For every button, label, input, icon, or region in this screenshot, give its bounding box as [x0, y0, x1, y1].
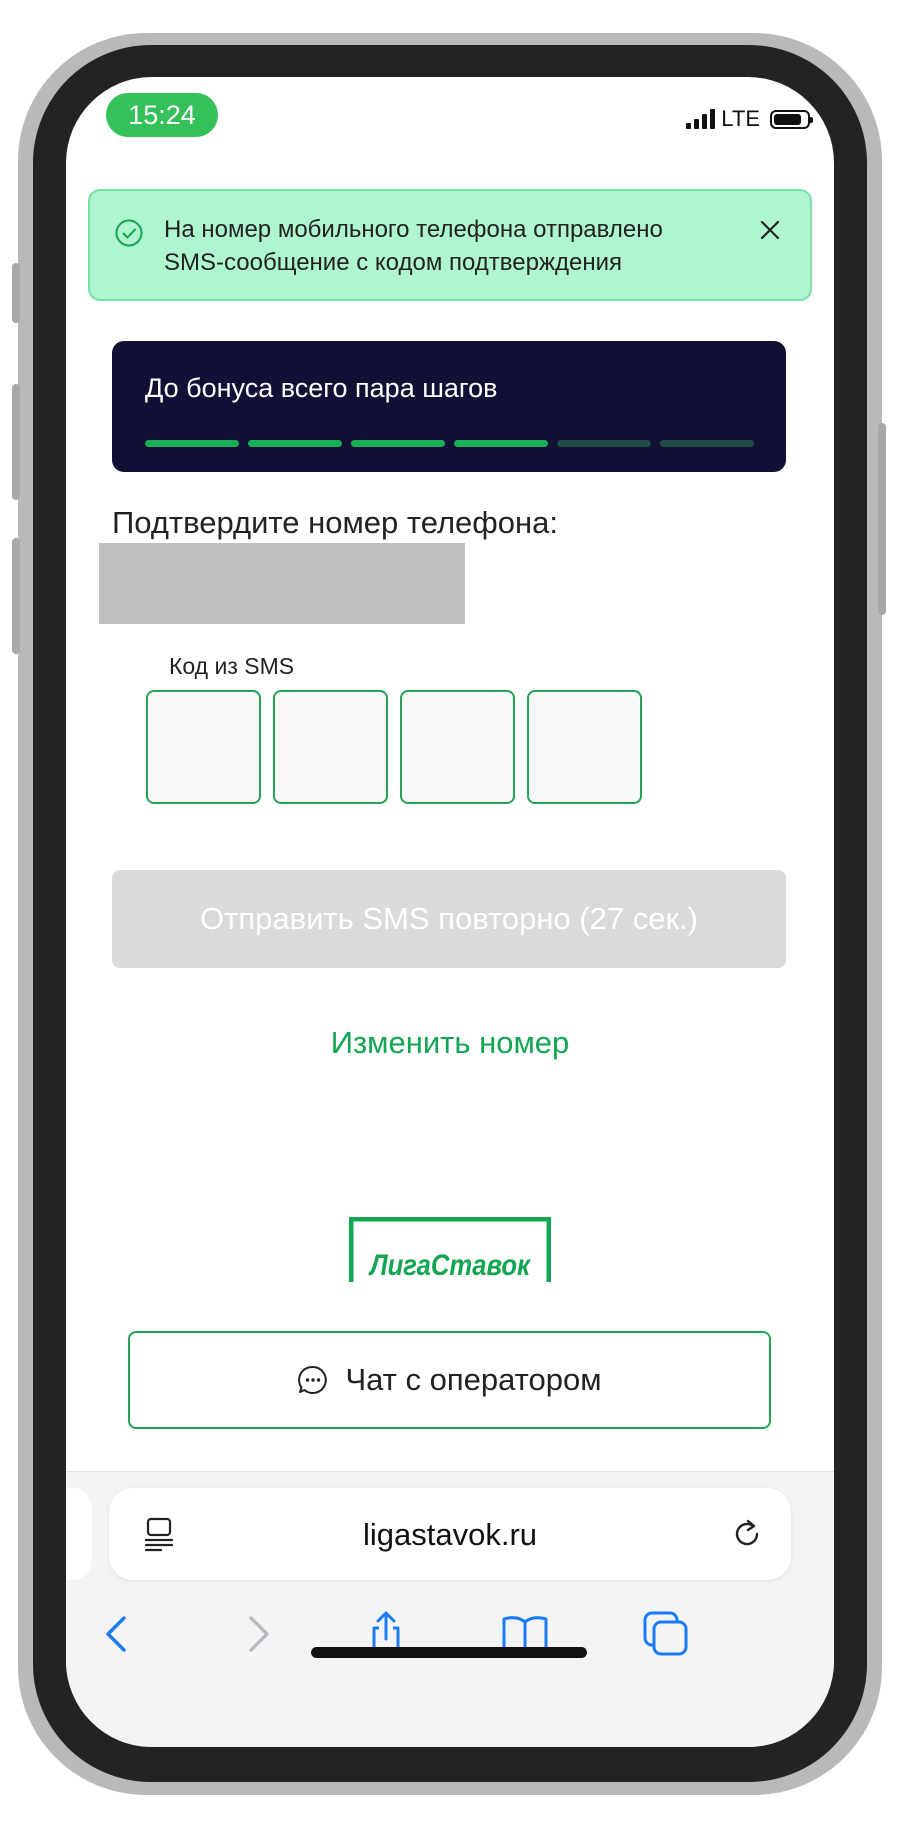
bonus-progress-banner: До бонуса всего пара шагов [112, 341, 786, 472]
back-icon[interactable] [93, 1610, 141, 1658]
battery-icon [770, 109, 813, 129]
logo-text: ЛигаСтавок [368, 1249, 531, 1282]
code-label: Код из SMS [169, 653, 295, 679]
liga-stavok-logo: ЛигаСтавок [349, 1217, 551, 1282]
step-segment-complete [248, 440, 342, 447]
step-segment-complete [454, 440, 548, 447]
close-icon[interactable] [758, 218, 782, 242]
toast-message: На номер мобильного телефона отправлено … [164, 216, 663, 276]
phone-volume-down [12, 538, 20, 654]
phone-power-button [878, 423, 886, 615]
phone-mute-switch [12, 263, 20, 323]
bonus-title: До бонуса всего пара шагов [145, 373, 498, 403]
home-indicator [311, 1647, 587, 1658]
signal-icon [686, 109, 716, 129]
step-segment-pending [557, 440, 651, 447]
previous-tab-peek[interactable] [66, 1488, 92, 1580]
code-digit-3-input[interactable] [400, 690, 515, 804]
page-title: Подтвердите номер телефона: [112, 505, 559, 540]
url-text: ligastavok.ru [362, 1517, 538, 1552]
step-segment-complete [145, 440, 239, 447]
tabs-icon[interactable] [642, 1610, 690, 1658]
chat-with-operator-button[interactable]: Чат с оператором [128, 1331, 771, 1429]
resend-sms-button[interactable]: Отправить SMS повторно (27 сек.) [112, 870, 786, 968]
check-circle-icon [115, 219, 143, 247]
code-digit-2-input[interactable] [273, 690, 388, 804]
step-segment-complete [351, 440, 445, 447]
sms-sent-toast: На номер мобильного телефона отправлено … [88, 189, 812, 301]
address-bar[interactable]: ligastavok.ru [109, 1488, 791, 1580]
chat-bubble-icon [298, 1365, 328, 1394]
code-digit-1-input[interactable] [146, 690, 261, 804]
redacted-phone-number [99, 543, 465, 624]
step-segment-pending [660, 440, 754, 447]
safari-toolbar: ligastavok.ru [66, 1471, 834, 1747]
change-number-link[interactable]: Изменить номер [66, 1025, 834, 1061]
code-digit-4-input[interactable] [527, 690, 642, 804]
reload-icon[interactable] [731, 1517, 765, 1551]
network-type: LTE [721, 106, 760, 131]
status-indicators: LTE [686, 106, 813, 132]
chat-button-label: Чат с оператором [345, 1362, 602, 1397]
forward-icon[interactable] [234, 1610, 282, 1658]
phone-screen: 15:24 LTE На номер мобильного телефона о… [66, 77, 834, 1747]
phone-volume-up [12, 384, 20, 500]
bonus-step-indicator [145, 440, 754, 447]
status-time: 15:24 [106, 93, 218, 137]
